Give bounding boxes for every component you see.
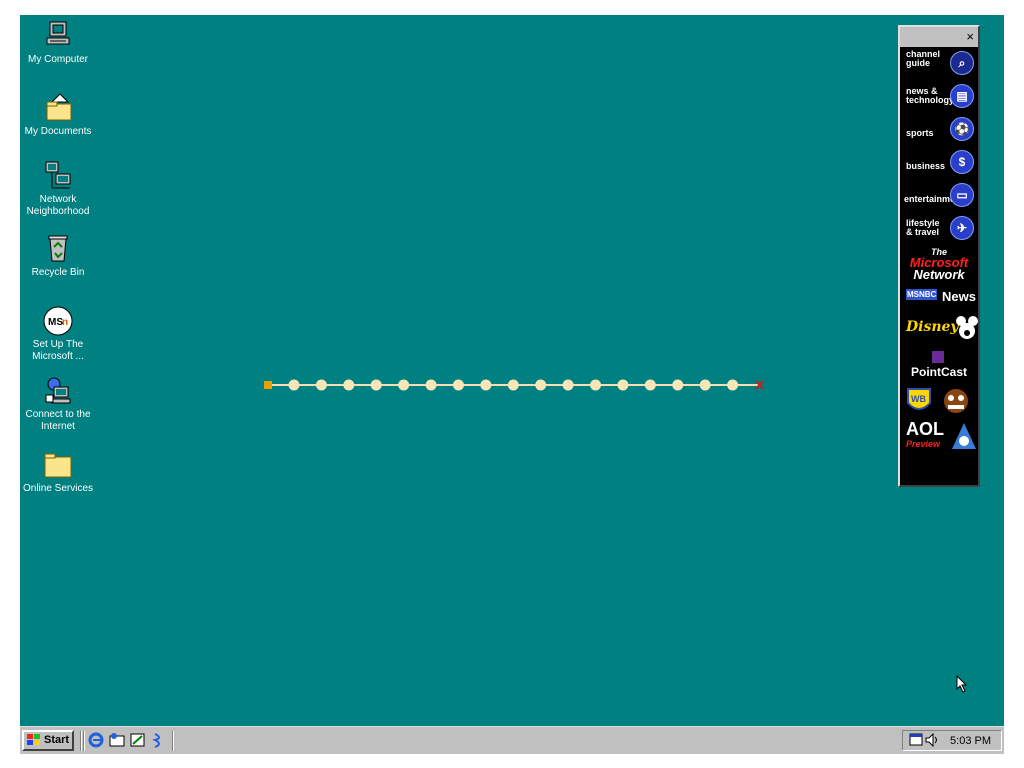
progress-dot xyxy=(480,379,492,391)
warner-shield-icon: WB xyxy=(907,388,968,413)
progress-dot xyxy=(398,379,410,391)
aol-preview-channel[interactable]: AOL Preview xyxy=(904,419,978,455)
desktop-icon-my-computer[interactable]: My Computer xyxy=(20,20,96,66)
msnbc-news-channel[interactable]: MSNBC News xyxy=(904,287,976,307)
desktop-icon-online-services[interactable]: Online Services xyxy=(20,449,96,495)
progress-dots xyxy=(264,379,764,391)
channel-lifestyle-travel[interactable]: lifestyle & travel ✈ xyxy=(900,212,978,245)
desktop-icon-recycle-bin[interactable]: Recycle Bin xyxy=(20,233,96,279)
view-channels-icon[interactable] xyxy=(151,732,167,748)
clock[interactable]: 5:03 PM xyxy=(950,735,991,747)
connect-internet-icon xyxy=(42,375,74,407)
desktop-icon-connect-internet[interactable]: Connect to the Internet xyxy=(20,375,96,433)
volume-icon[interactable] xyxy=(925,733,939,747)
desktop: My Computer My Documents Network Neighbo… xyxy=(20,15,1004,726)
disney-channel[interactable]: Disney xyxy=(904,313,978,347)
msn-brand-network[interactable]: Network xyxy=(900,267,978,282)
start-button[interactable]: Start xyxy=(22,730,74,751)
progress-dot xyxy=(727,379,739,391)
channel-bar: × channel guide ⌕ news & technology ▤ sp… xyxy=(898,25,980,487)
desktop-icon-my-documents[interactable]: My Documents xyxy=(20,92,96,138)
close-icon[interactable]: × xyxy=(966,29,974,44)
desktop-icon-label: Network Neighborhood xyxy=(26,194,90,217)
progress-start-marker xyxy=(264,381,272,389)
taskbar-separator xyxy=(80,731,82,751)
progress-dot xyxy=(644,379,656,391)
pointcast-channel[interactable]: PointCast xyxy=(900,351,978,383)
channel-label: sports xyxy=(906,128,934,138)
aol-label: AOL xyxy=(906,419,944,439)
progress-dot xyxy=(699,379,711,391)
aol-triangle-icon xyxy=(952,423,976,449)
desktop-icon-label: My Documents xyxy=(24,126,92,137)
progress-dot xyxy=(507,379,519,391)
show-desktop-icon[interactable] xyxy=(130,732,146,748)
computer-icon xyxy=(42,20,74,52)
internet-explorer-icon[interactable] xyxy=(88,732,104,748)
progress-dot xyxy=(425,379,437,391)
desktop-icon-label: Recycle Bin xyxy=(31,267,85,278)
scheduler-icon[interactable] xyxy=(909,733,925,747)
desktop-icon-label: My Computer xyxy=(27,54,88,65)
mickey-icon xyxy=(956,316,978,339)
channel-entertainment[interactable]: entertainment ▭ xyxy=(900,179,978,212)
warner-logo-text: WB xyxy=(911,394,926,404)
progress-dot xyxy=(315,379,327,391)
folder-documents-icon xyxy=(42,92,74,124)
system-tray: 5:03 PM xyxy=(902,730,1002,751)
progress-dot xyxy=(617,379,629,391)
soccer-ball-icon: ⚽ xyxy=(950,117,974,141)
pointcast-icon xyxy=(932,351,944,363)
progress-dot xyxy=(535,379,547,391)
desktop-icon-setup-msn[interactable]: MS n Set Up The Microsoft ... xyxy=(20,305,96,363)
taskbar: Start 5:03 PM xyxy=(20,726,1004,754)
channel-label: lifestyle & travel xyxy=(906,218,940,237)
channel-brands: The Microsoft Network MSNBC News Disney … xyxy=(900,245,978,495)
desktop-icon-label: Online Services xyxy=(22,483,94,494)
progress-dot xyxy=(288,379,300,391)
aol-preview-label: Preview xyxy=(906,439,941,449)
outlook-express-icon[interactable] xyxy=(109,732,125,748)
folder-icon xyxy=(42,449,74,481)
start-label: Start xyxy=(44,734,70,746)
channel-business[interactable]: business $ xyxy=(900,146,978,179)
channel-guide[interactable]: channel guide ⌕ xyxy=(900,47,978,80)
progress-dot xyxy=(672,379,684,391)
channel-news-technology[interactable]: news & technology ▤ xyxy=(900,80,978,113)
windows-logo-icon xyxy=(27,734,40,745)
peacock-icon: MSNBC xyxy=(906,289,938,300)
channel-sports[interactable]: sports ⚽ xyxy=(900,113,978,146)
desktop-icon-label: Connect to the Internet xyxy=(25,409,91,432)
network-icon xyxy=(42,160,74,192)
disney-logo: Disney xyxy=(906,319,959,335)
warner-bros-channel[interactable]: WB xyxy=(906,385,976,417)
channel-label: news & technology xyxy=(906,86,955,105)
taskbar-separator xyxy=(172,731,174,751)
progress-dot xyxy=(452,379,464,391)
mouse-cursor-icon xyxy=(956,675,968,693)
progress-dot xyxy=(562,379,574,391)
channel-label: business xyxy=(906,161,946,171)
desktop-icon-network-neighborhood[interactable]: Network Neighborhood xyxy=(20,160,96,218)
pointcast-label: PointCast xyxy=(910,365,967,379)
svg-text:n: n xyxy=(62,317,68,328)
magnifier-icon: ⌕ xyxy=(950,51,974,75)
msn-icon: MS n xyxy=(42,305,74,337)
channel-label: channel guide xyxy=(906,49,941,68)
msnbc-news-label: News xyxy=(942,289,976,304)
progress-dot xyxy=(370,379,382,391)
tv-icon: ▭ xyxy=(950,183,974,207)
recycle-bin-icon xyxy=(42,233,74,265)
newspaper-icon: ▤ xyxy=(950,84,974,108)
dollar-icon: $ xyxy=(950,150,974,174)
airplane-icon: ✈ xyxy=(950,216,974,240)
desktop-icon-label: Set Up The Microsoft ... xyxy=(32,339,84,362)
channel-bar-titlebar: × xyxy=(900,27,978,47)
progress-dot xyxy=(590,379,602,391)
taskbar-separator xyxy=(83,731,85,751)
progress-dot xyxy=(343,379,355,391)
